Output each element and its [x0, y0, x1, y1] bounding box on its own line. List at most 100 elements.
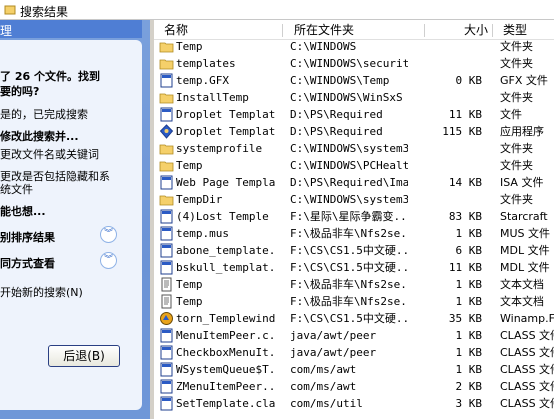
doc-icon: [159, 396, 174, 411]
file-folder: F:\极品非车\Nfs2se...: [290, 227, 408, 240]
file-type: 文件夹: [500, 193, 533, 206]
doc-icon: [159, 175, 174, 190]
file-type: GFX 文件: [500, 74, 548, 87]
file-row[interactable]: templates C:\WINDOWS\security 文件夹: [154, 55, 554, 72]
file-folder: java/awt/peer: [290, 346, 377, 359]
file-type: 文件夹: [500, 40, 533, 53]
file-size: 2 KB: [455, 380, 483, 393]
file-row[interactable]: temp.GFX C:\WINDOWS\Temp 0 KB GFX 文件: [154, 72, 554, 89]
file-row[interactable]: SetTemplate.class com/ms/util 3 KB CLASS 文件: [154, 395, 554, 412]
doc-icon: [159, 328, 174, 343]
file-folder: F:\极品非车\Nfs2se...: [290, 295, 408, 308]
doc-icon: [159, 73, 174, 88]
txt-icon: [159, 277, 174, 292]
file-type: 文件夹: [500, 142, 533, 155]
file-size: 1 KB: [455, 329, 483, 342]
doc-icon: [159, 209, 174, 224]
file-row[interactable]: ZMenuItemPeer.... com/ms/awt 2 KB CLASS 文件: [154, 378, 554, 395]
file-type: MUS 文件: [500, 227, 551, 240]
file-type: 文件夹: [500, 57, 533, 70]
file-row[interactable]: bskull_templat... F:\CS\CS1.5中文硬... 11 KB M…: [154, 259, 554, 276]
file-name: CheckboxMenuIt...: [176, 346, 276, 359]
back-button[interactable]: 后退(B): [48, 345, 120, 367]
file-size: [434, 38, 482, 55]
app-icon: [159, 124, 174, 139]
file-size: 115 KB: [442, 125, 482, 138]
file-name: Temp: [176, 159, 203, 172]
file-row[interactable]: Droplet Template D:\PS\Required 11 KB 文件: [154, 106, 554, 123]
result-summary-line1: 了 26 个文件。找到: [0, 70, 100, 83]
file-name: Droplet Template: [176, 125, 276, 138]
file-type: 文本文档: [500, 278, 544, 291]
file-size: 11 KB: [448, 108, 482, 121]
new-search-option[interactable]: 开始新的搜索(N): [0, 284, 83, 300]
file-folder: C:\WINDOWS: [290, 40, 357, 53]
done-search-option[interactable]: 是的，已完成搜索: [0, 106, 88, 122]
doc-icon: [159, 345, 174, 360]
file-type: CLASS 文件: [500, 397, 554, 410]
file-name: Temp: [176, 40, 203, 53]
file-row[interactable]: temp.mus F:\极品非车\Nfs2se... 1 KB MUS 文件: [154, 225, 554, 242]
file-row[interactable]: Temp C:\WINDOWS 文件夹: [154, 38, 554, 55]
file-type: Starcraft: [500, 210, 548, 223]
file-name: (4)Lost Temple: [176, 210, 269, 223]
file-size: 1 KB: [455, 363, 483, 376]
file-folder: C:\WINDOWS\PCHealt...: [290, 159, 408, 172]
file-size: 3 KB: [455, 397, 483, 410]
file-size: 83 KB: [448, 210, 482, 223]
doc-icon: [159, 379, 174, 394]
file-row[interactable]: Temp F:\极品非车\Nfs2se... 1 KB 文本文档: [154, 293, 554, 310]
sort-results-option[interactable]: 别排序结果: [0, 229, 55, 245]
expand-chevron-icon[interactable]: ︾: [100, 252, 117, 269]
file-row[interactable]: (4)Lost Temple F:\星际\星际争霸变... 83 KB Starcra…: [154, 208, 554, 225]
change-keywords-option[interactable]: 更改文件名或关键词: [0, 146, 99, 162]
search-companion-pane: 理 了 26 个文件。找到 要的吗? 是的，已完成搜索 修改此搜索并... 更改…: [0, 20, 150, 419]
file-row[interactable]: torn_Templewind F:\CS\CS1.5中文硬... 35 KB Win…: [154, 310, 554, 327]
file-row[interactable]: Web Page Template D:\PS\Required\Ima... 14…: [154, 174, 554, 191]
view-differently-option[interactable]: 同方式查看: [0, 255, 55, 271]
file-row[interactable]: Droplet Template D:\PS\Required 115 KB 应用程序: [154, 123, 554, 140]
expand-chevron-icon[interactable]: ︾: [100, 226, 117, 243]
file-size: [434, 157, 482, 174]
file-folder: C:\WINDOWS\Temp: [290, 74, 390, 87]
file-row[interactable]: Temp F:\极品非车\Nfs2se... 1 KB 文本文档: [154, 276, 554, 293]
search-window-icon: [4, 5, 16, 15]
file-size: 1 KB: [455, 295, 483, 308]
file-folder: C:\WINDOWS\system3...: [290, 142, 408, 155]
file-size: 1 KB: [455, 346, 483, 359]
file-folder: C:\WINDOWS\security: [290, 57, 408, 70]
column-header-size[interactable]: 大小: [464, 20, 488, 40]
file-row[interactable]: CheckboxMenuIt... java/awt/peer 1 KB CLASS …: [154, 344, 554, 361]
file-type: ISA 文件: [500, 176, 544, 189]
file-folder: com/ms/util: [290, 397, 363, 410]
file-row[interactable]: WSystemQueue$T... com/ms/awt 1 KB CLASS 文件: [154, 361, 554, 378]
file-folder: com/ms/awt: [290, 363, 357, 376]
column-header-folder[interactable]: 所在文件夹: [294, 20, 354, 40]
file-row[interactable]: systemprofile C:\WINDOWS\system3... 文件夹: [154, 140, 554, 157]
file-row[interactable]: InstallTemp C:\WINDOWS\WinSxS 文件夹: [154, 89, 554, 106]
file-row[interactable]: MenuItemPeer.c... java/awt/peer 1 KB CLASS …: [154, 327, 554, 344]
folder-icon: [159, 90, 174, 105]
file-folder: com/ms/awt: [290, 380, 357, 393]
pane-content: 了 26 个文件。找到 要的吗? 是的，已完成搜索 修改此搜索并... 更改文件…: [0, 40, 142, 410]
file-name: Droplet Template: [176, 108, 276, 121]
file-name: temp.mus: [176, 227, 229, 240]
file-name: temp.GFX: [176, 74, 229, 87]
file-row[interactable]: TempDir C:\WINDOWS\system3... 文件夹: [154, 191, 554, 208]
doc-icon: [159, 107, 174, 122]
file-size: [434, 89, 482, 106]
file-row[interactable]: Temp C:\WINDOWS\PCHealt... 文件夹: [154, 157, 554, 174]
file-name: TempDir: [176, 193, 223, 206]
file-size: 11 KB: [448, 261, 482, 274]
file-folder: java/awt/peer: [290, 329, 377, 342]
folder-icon: [159, 158, 174, 173]
column-header-type[interactable]: 类型: [503, 20, 527, 40]
doc-icon: [159, 362, 174, 377]
file-name: torn_Templewind: [176, 312, 276, 325]
file-folder: F:\CS\CS1.5中文硬...: [290, 312, 408, 325]
column-header-name[interactable]: 名称: [164, 20, 188, 40]
file-size: 14 KB: [448, 176, 482, 189]
hidden-files-option-line2[interactable]: 统文件: [0, 181, 33, 197]
file-row[interactable]: abone_template... F:\CS\CS1.5中文硬... 6 KB MD…: [154, 242, 554, 259]
txt-icon: [159, 294, 174, 309]
